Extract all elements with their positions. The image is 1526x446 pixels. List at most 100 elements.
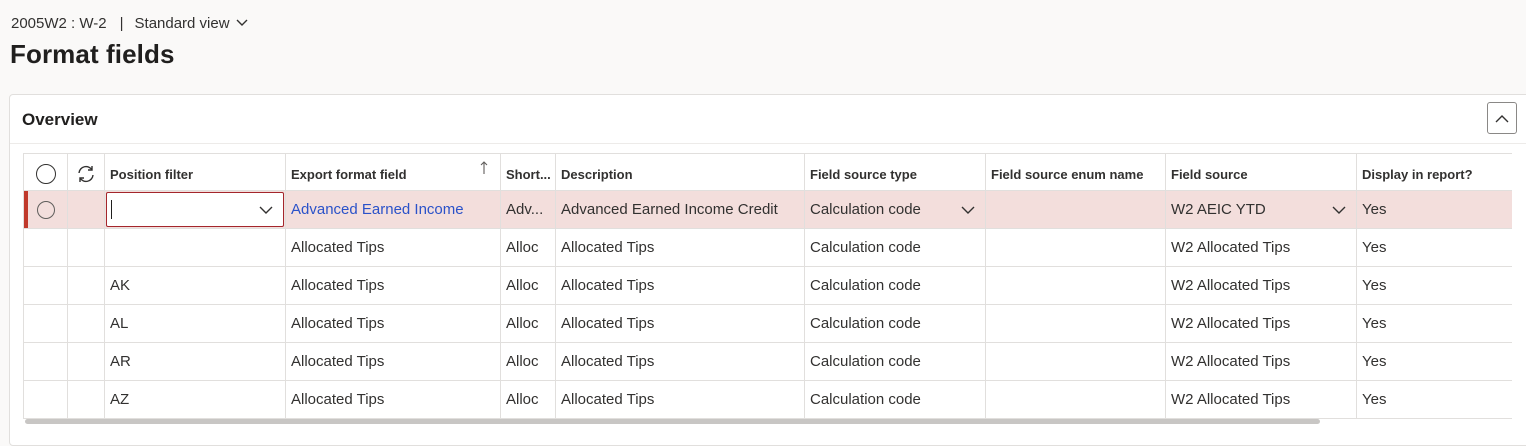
row-select-radio[interactable] (36, 200, 55, 219)
field-source-cell[interactable]: W2 Allocated Tips (1166, 305, 1357, 342)
breadcrumb: 2005W2 : W-2 | Standard view (11, 12, 248, 34)
grid-header-row: Position filter Export format field Shor… (24, 154, 1512, 191)
row-select-cell[interactable] (24, 229, 68, 266)
table-row[interactable]: AR Allocated Tips Alloc Allocated Tips C… (24, 343, 1512, 381)
chevron-down-icon[interactable] (259, 206, 273, 214)
table-row[interactable]: Advanced Earned Income Adv... Advanced E… (24, 191, 1512, 229)
display-in-report-cell[interactable]: Yes (1357, 343, 1512, 380)
field-source-type-value: Calculation code (810, 201, 921, 218)
collapse-button[interactable] (1487, 102, 1517, 134)
chevron-down-icon[interactable] (961, 206, 975, 214)
column-header-position-filter[interactable]: Position filter (105, 154, 286, 190)
breadcrumb-separator: | (119, 14, 124, 32)
position-filter-input[interactable] (106, 192, 284, 227)
position-filter-cell[interactable]: AL (105, 305, 286, 342)
export-format-field-cell[interactable]: Allocated Tips (286, 305, 501, 342)
table-row[interactable]: AK Allocated Tips Alloc Allocated Tips C… (24, 267, 1512, 305)
select-all-cell[interactable] (24, 154, 68, 190)
description-cell[interactable]: Allocated Tips (556, 305, 805, 342)
description-cell[interactable]: Allocated Tips (556, 267, 805, 304)
short-name-cell[interactable]: Alloc (501, 267, 556, 304)
field-source-type-cell[interactable]: Calculation code (805, 343, 986, 380)
table-row[interactable]: Allocated Tips Alloc Allocated Tips Calc… (24, 229, 1512, 267)
export-format-field-link[interactable]: Advanced Earned Income (291, 201, 464, 218)
column-header-export-format-field[interactable]: Export format field (286, 154, 501, 190)
row-select-cell[interactable] (24, 343, 68, 380)
column-header-short-name[interactable]: Short... (501, 154, 556, 190)
short-name-cell[interactable]: Alloc (501, 229, 556, 266)
chevron-down-icon[interactable] (1332, 206, 1346, 214)
position-filter-cell[interactable]: AK (105, 267, 286, 304)
field-source-enum-name-cell[interactable] (986, 229, 1166, 266)
field-source-type-cell[interactable]: Calculation code (805, 267, 986, 304)
row-select-cell[interactable] (24, 267, 68, 304)
export-format-field-cell[interactable]: Advanced Earned Income (286, 191, 501, 228)
position-filter-cell[interactable] (105, 229, 286, 266)
description-cell[interactable]: Allocated Tips (556, 343, 805, 380)
export-format-field-cell[interactable]: Allocated Tips (286, 229, 501, 266)
refresh-cell[interactable] (68, 154, 105, 190)
row-select-cell[interactable] (24, 305, 68, 342)
row-spacer-cell (68, 381, 105, 418)
field-source-enum-name-cell[interactable] (986, 267, 1166, 304)
row-select-cell[interactable] (24, 381, 68, 418)
row-spacer-cell (68, 305, 105, 342)
row-spacer-cell (68, 267, 105, 304)
field-source-enum-name-cell[interactable] (986, 305, 1166, 342)
field-source-enum-name-cell[interactable] (986, 191, 1166, 228)
overview-title: Overview (22, 110, 98, 129)
column-header-field-source-enum-name[interactable]: Field source enum name (986, 154, 1166, 190)
field-source-dropdown[interactable]: W2 AEIC YTD (1166, 191, 1357, 228)
field-source-type-cell[interactable]: Calculation code (805, 381, 986, 418)
description-cell[interactable]: Allocated Tips (556, 381, 805, 418)
field-source-cell[interactable]: W2 Allocated Tips (1166, 229, 1357, 266)
position-filter-cell[interactable] (105, 191, 286, 228)
field-source-type-cell[interactable]: Calculation code (805, 305, 986, 342)
chevron-up-icon (1495, 114, 1509, 122)
column-header-label: Export format field (291, 166, 407, 182)
short-name-cell[interactable]: Alloc (501, 305, 556, 342)
display-in-report-cell[interactable]: Yes (1357, 229, 1512, 266)
format-fields-grid: Position filter Export format field Shor… (23, 153, 1512, 419)
view-selector[interactable]: Standard view (135, 15, 248, 32)
overview-header[interactable]: Overview (10, 95, 1526, 144)
field-source-cell[interactable]: W2 Allocated Tips (1166, 343, 1357, 380)
field-source-enum-name-cell[interactable] (986, 381, 1166, 418)
text-cursor (111, 200, 112, 219)
position-filter-cell[interactable]: AR (105, 343, 286, 380)
row-spacer-cell (68, 229, 105, 266)
table-row[interactable]: AZ Allocated Tips Alloc Allocated Tips C… (24, 381, 1512, 419)
field-source-type-dropdown[interactable]: Calculation code (805, 191, 986, 228)
short-name-cell[interactable]: Alloc (501, 381, 556, 418)
chevron-down-icon (236, 19, 248, 26)
display-in-report-cell[interactable]: Yes (1357, 267, 1512, 304)
field-source-enum-name-cell[interactable] (986, 343, 1166, 380)
field-source-cell[interactable]: W2 Allocated Tips (1166, 267, 1357, 304)
horizontal-scrollbar[interactable] (25, 419, 1320, 424)
short-name-cell[interactable]: Alloc (501, 343, 556, 380)
view-selector-label: Standard view (134, 14, 230, 32)
display-in-report-cell[interactable]: Yes (1357, 305, 1512, 342)
sort-ascending-icon (480, 161, 488, 174)
column-header-field-source[interactable]: Field source (1166, 154, 1357, 190)
display-in-report-cell[interactable]: Yes (1357, 191, 1512, 228)
overview-section: Overview Position filter Export format f… (9, 94, 1526, 446)
description-cell[interactable]: Allocated Tips (556, 229, 805, 266)
row-select-cell[interactable] (24, 191, 68, 228)
column-header-display-in-report[interactable]: Display in report? (1357, 154, 1512, 190)
column-header-description[interactable]: Description (556, 154, 805, 190)
export-format-field-cell[interactable]: Allocated Tips (286, 267, 501, 304)
field-source-cell[interactable]: W2 Allocated Tips (1166, 381, 1357, 418)
export-format-field-cell[interactable]: Allocated Tips (286, 381, 501, 418)
row-spacer-cell (68, 343, 105, 380)
position-filter-cell[interactable]: AZ (105, 381, 286, 418)
display-in-report-cell[interactable]: Yes (1357, 381, 1512, 418)
refresh-icon[interactable] (76, 165, 96, 183)
description-cell[interactable]: Advanced Earned Income Credit (556, 191, 805, 228)
field-source-type-cell[interactable]: Calculation code (805, 229, 986, 266)
short-name-cell[interactable]: Adv... (501, 191, 556, 228)
select-all-radio[interactable] (35, 164, 56, 184)
export-format-field-cell[interactable]: Allocated Tips (286, 343, 501, 380)
column-header-field-source-type[interactable]: Field source type (805, 154, 986, 190)
table-row[interactable]: AL Allocated Tips Alloc Allocated Tips C… (24, 305, 1512, 343)
